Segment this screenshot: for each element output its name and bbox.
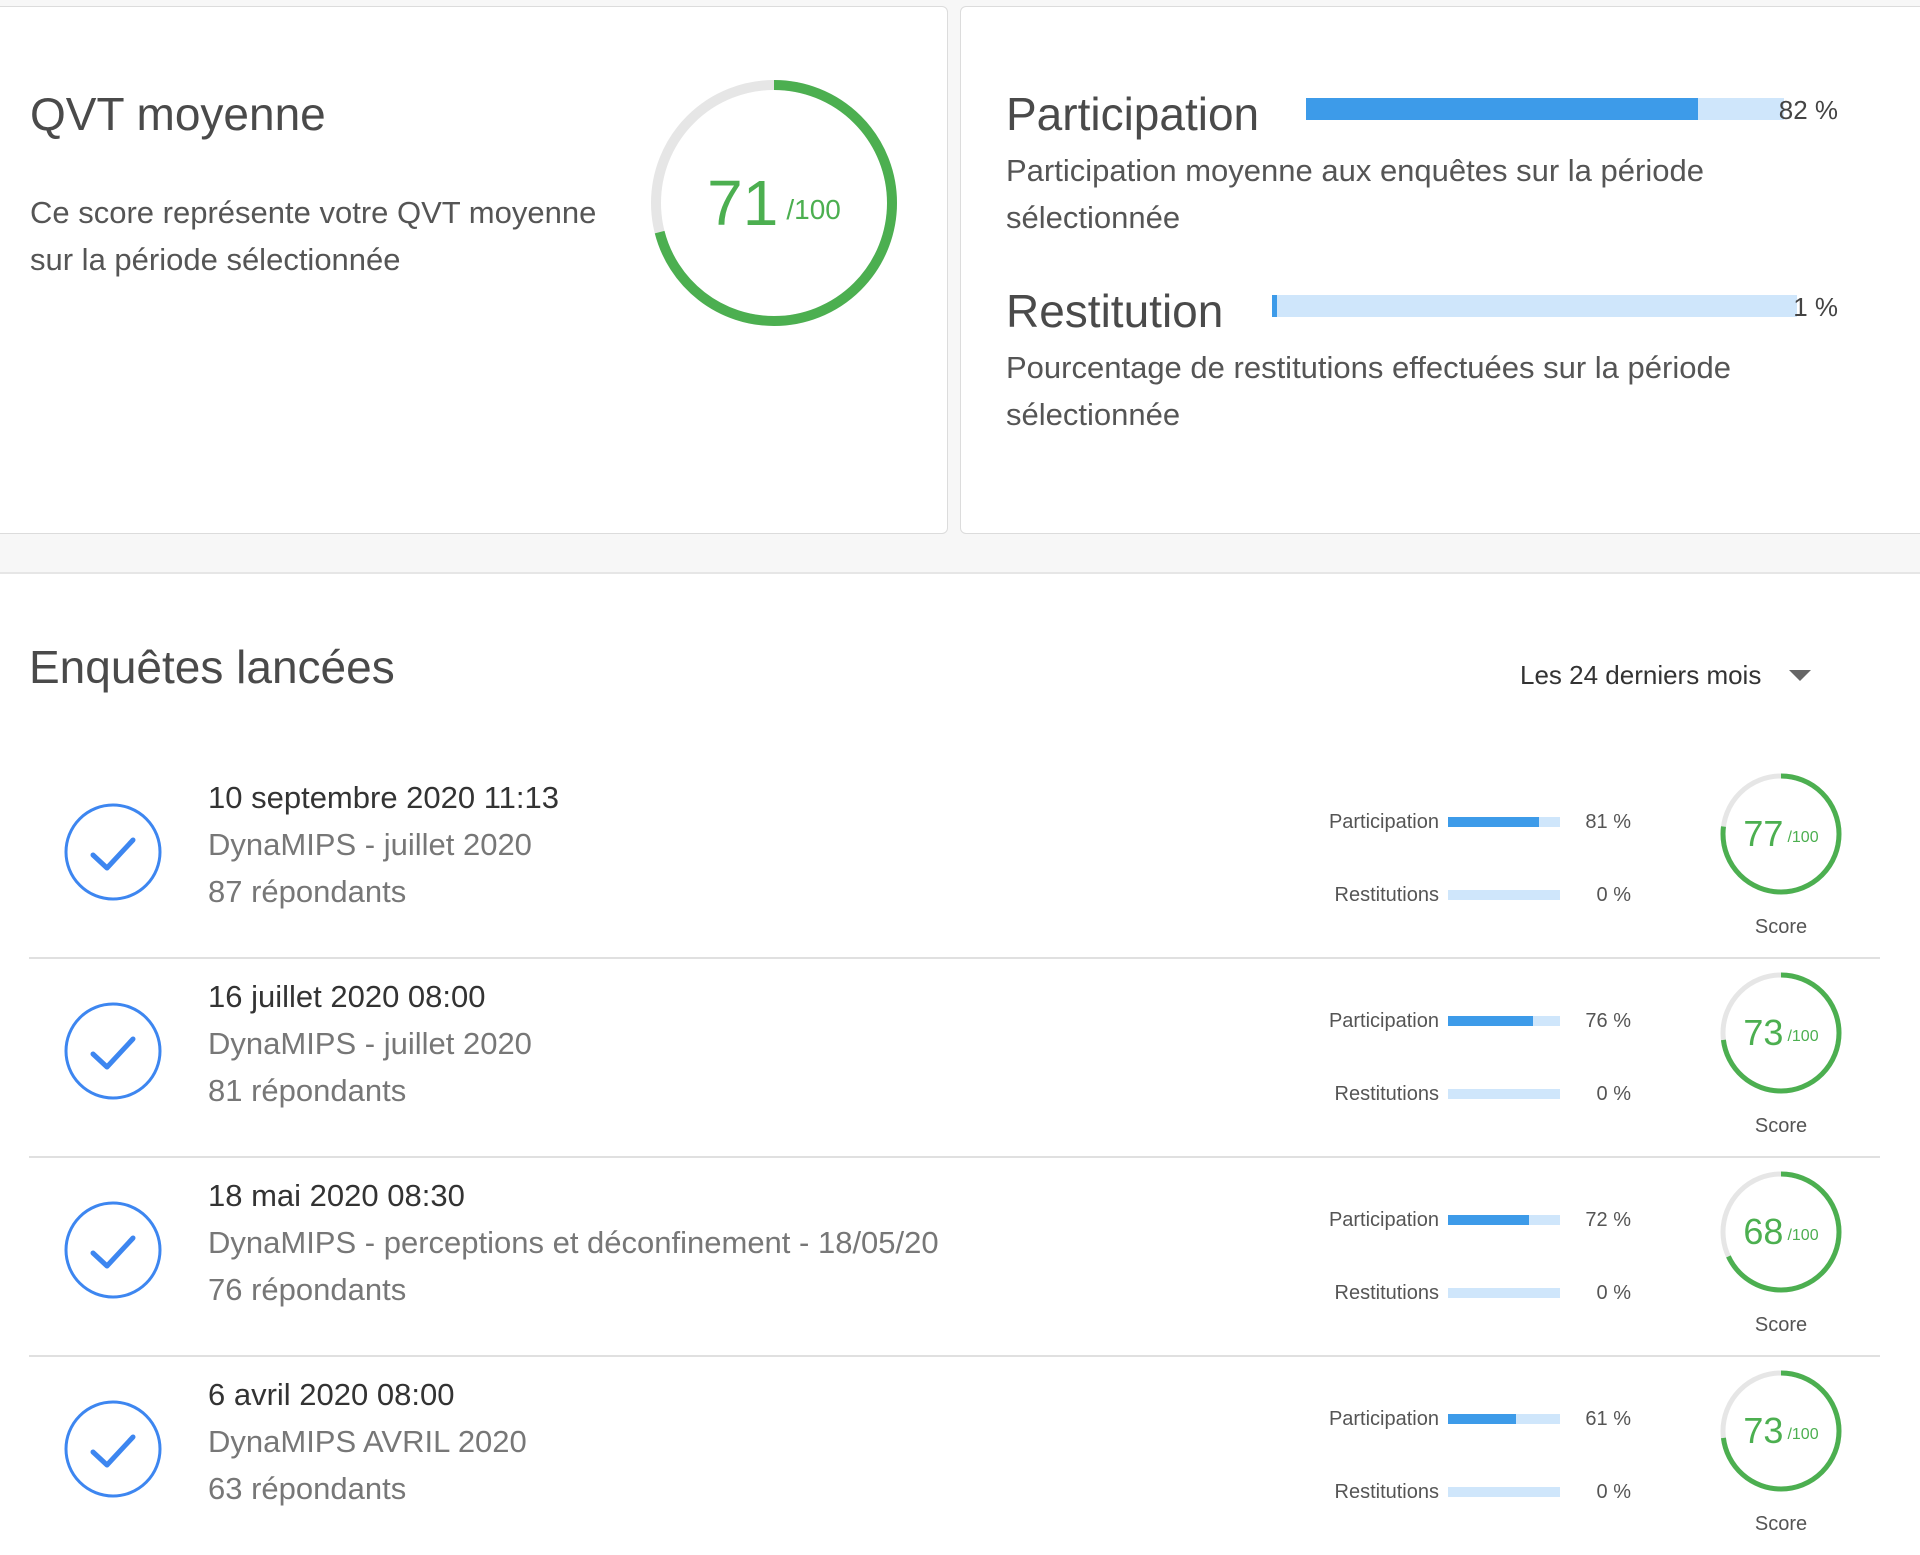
score-gauge: 73 /100 [1719,971,1843,1095]
score-label: Score [1754,1513,1808,1535]
score-value: 77 [1743,813,1784,854]
survey-name: DynaMIPS AVRIL 2020 [208,1424,527,1459]
restitutions-label: Restitutions [1334,884,1440,906]
survey-respondents: 63 répondants [208,1471,407,1506]
participation-mini-bar [1448,1414,1560,1424]
participation-bar [1306,98,1784,120]
participation-mini-percent: 72 % [1585,1209,1631,1231]
participation-label: Participation [1328,1209,1439,1231]
score-gauge: 77 /100 [1719,772,1843,896]
survey-name: DynaMIPS - juillet 2020 [208,827,532,862]
restitutions-label: Restitutions [1334,1083,1440,1105]
restitution-description: Pourcentage de restitutions effectuées s… [1006,350,1731,432]
qvt-title: QVT moyenne [30,88,326,140]
score-label: Score [1754,916,1808,938]
survey-date: 18 mai 2020 08:30 [208,1178,465,1213]
check-circle-icon [64,1400,162,1498]
restitution-mini-bar [1448,1487,1560,1497]
survey-date: 10 septembre 2020 11:13 [208,780,560,815]
score-max: /100 [1787,1426,1819,1443]
qvt-description: Ce score représente votre QVT moyenne su… [30,195,597,277]
surveys-title: Enquêtes lancées [29,641,395,693]
restitutions-label: Restitutions [1334,1282,1440,1304]
restitutions-label: Restitutions [1334,1481,1440,1503]
participation-mini-bar-fill [1448,1414,1517,1424]
participation-mini-percent: 76 % [1585,1010,1631,1032]
participation-bar-fill [1306,98,1698,120]
section-divider [0,572,1920,574]
score-value: 68 [1743,1211,1784,1252]
score-max: /100 [1787,829,1819,846]
participation-description: Participation moyenne aux enquêtes sur l… [1006,153,1704,235]
survey-name: DynaMIPS - perceptions et déconfinement … [208,1225,939,1260]
restitution-mini-bar [1448,1089,1560,1099]
survey-respondents: 87 répondants [208,874,407,909]
period-dropdown[interactable]: Les 24 derniers mois [1520,655,1872,695]
participation-mini-bar-fill [1448,1016,1534,1026]
score-max: /100 [1787,1227,1819,1244]
score-max: /100 [1787,1028,1819,1045]
restitution-mini-bar [1448,1288,1560,1298]
survey-row[interactable]: 10 septembre 2020 11:13 DynaMIPS - juill… [29,760,1880,958]
survey-respondents: 76 répondants [208,1272,407,1307]
qvt-card: QVT moyenne Ce score représente votre QV… [0,6,948,534]
survey-row[interactable]: 6 avril 2020 08:00 DynaMIPS AVRIL 2020 6… [29,1357,1880,1555]
check-circle-icon [64,1002,162,1100]
restitution-percent: 1 % [1793,292,1838,322]
participation-label: Participation [1328,811,1439,833]
restitution-mini-percent: 0 % [1596,1083,1631,1105]
participation-percent: 82 % [1778,95,1838,125]
qvt-score-gauge: 71 /100 [648,77,900,329]
caret-down-icon [1789,669,1812,681]
restitution-mini-percent: 0 % [1596,1282,1631,1304]
check-circle-icon [64,1201,162,1299]
participation-mini-bar [1448,817,1560,827]
score-gauge: 68 /100 [1719,1170,1843,1294]
score-value: 73 [1743,1012,1784,1053]
participation-card: Participation 82 % Participation moyenne… [960,6,1920,534]
period-dropdown-label: Les 24 derniers mois [1520,659,1762,690]
survey-respondents: 81 répondants [208,1073,407,1108]
score-gauge: 73 /100 [1719,1369,1843,1493]
participation-mini-bar-fill [1448,817,1539,827]
restitution-mini-percent: 0 % [1596,884,1631,906]
participation-mini-bar-fill [1448,1215,1529,1225]
restitution-bar-fill [1272,295,1278,317]
survey-date: 16 juillet 2020 08:00 [208,979,486,1014]
survey-name: DynaMIPS - juillet 2020 [208,1026,532,1061]
score-value: 73 [1743,1410,1784,1451]
participation-title: Participation [1006,88,1260,140]
summary-area: QVT moyenne Ce score représente votre QV… [0,0,1920,574]
survey-row[interactable]: 18 mai 2020 08:30 DynaMIPS - perceptions… [29,1158,1880,1356]
score-label: Score [1754,1115,1808,1137]
participation-label: Participation [1328,1010,1439,1032]
participation-mini-bar [1448,1016,1560,1026]
participation-mini-percent: 81 % [1585,811,1631,833]
qvt-score-max: /100 [786,194,841,225]
check-circle-icon [64,803,162,901]
participation-label: Participation [1328,1408,1439,1430]
score-label: Score [1754,1314,1808,1336]
survey-date: 6 avril 2020 08:00 [208,1377,455,1412]
restitution-title: Restitution [1006,285,1224,337]
participation-mini-bar [1448,1215,1560,1225]
restitution-mini-bar [1448,890,1560,900]
survey-row[interactable]: 16 juillet 2020 08:00 DynaMIPS - juillet… [29,959,1880,1157]
qvt-score-value: 71 [707,167,779,239]
restitution-mini-percent: 0 % [1596,1481,1631,1503]
restitution-bar [1272,295,1797,317]
participation-mini-percent: 61 % [1585,1408,1631,1430]
